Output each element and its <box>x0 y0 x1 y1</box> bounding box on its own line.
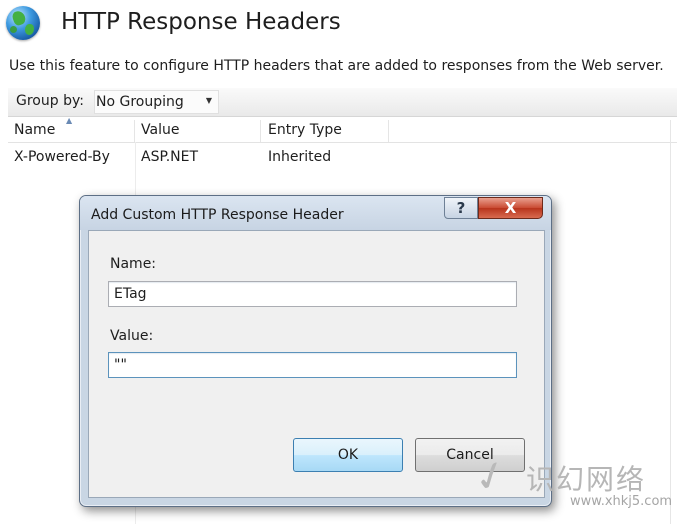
group-by-toolbar: Group by: No Grouping ▼ <box>8 88 677 117</box>
list-header: Name ▲ Value Entry Type <box>8 116 677 143</box>
value-label: Value: <box>110 328 154 344</box>
name-input[interactable] <box>108 281 517 307</box>
column-separator[interactable] <box>134 120 135 142</box>
close-button[interactable]: X <box>478 197 543 219</box>
cell-name: X-Powered-By <box>14 149 110 165</box>
value-input[interactable] <box>108 352 517 378</box>
cancel-button[interactable]: Cancel <box>415 438 525 472</box>
group-by-selected-value: No Grouping <box>96 94 184 110</box>
column-header-name[interactable]: Name <box>14 122 55 138</box>
group-by-label: Group by: <box>16 93 84 109</box>
help-button[interactable]: ? <box>444 197 478 219</box>
table-row[interactable]: X-Powered-By ASP.NET Inherited <box>8 146 677 170</box>
column-separator[interactable] <box>260 120 261 142</box>
group-by-dropdown[interactable]: No Grouping ▼ <box>94 90 219 114</box>
watermark-url: www.xhkj5.com <box>570 494 673 509</box>
sort-ascending-icon: ▲ <box>66 116 73 125</box>
column-separator[interactable] <box>388 120 389 142</box>
name-label: Name: <box>110 256 157 272</box>
help-icon: ? <box>456 199 466 217</box>
cell-entry-type: Inherited <box>268 149 332 165</box>
dropdown-arrow-icon: ▼ <box>205 96 212 105</box>
column-header-value[interactable]: Value <box>141 122 179 138</box>
page-title: HTTP Response Headers <box>61 9 341 35</box>
list-right-edge <box>670 120 671 524</box>
iis-globe-icon <box>6 6 40 40</box>
feature-description: Use this feature to configure HTTP heade… <box>9 58 664 74</box>
dialog-title: Add Custom HTTP Response Header <box>91 207 344 223</box>
column-header-entry-type[interactable]: Entry Type <box>268 122 342 138</box>
ok-button[interactable]: OK <box>293 438 403 472</box>
add-header-dialog: Add Custom HTTP Response Header ? X Name… <box>79 195 552 507</box>
close-icon: X <box>504 199 517 217</box>
dialog-client-area: Name: Value: OK Cancel <box>88 230 545 498</box>
cell-value: ASP.NET <box>141 149 199 165</box>
